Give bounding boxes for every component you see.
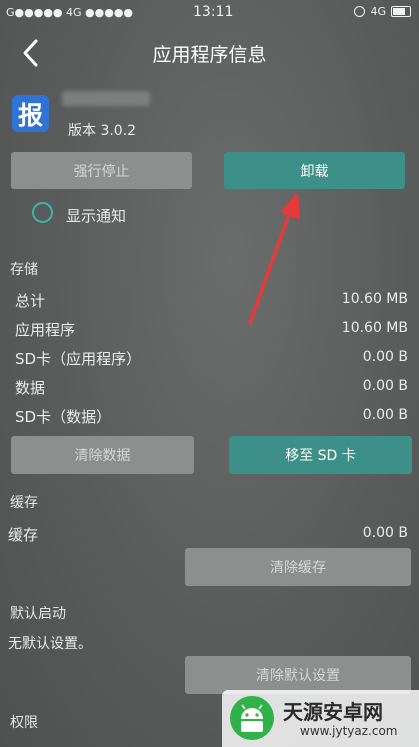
watermark-title: 天源安卓网 — [283, 700, 383, 724]
no-defaults-text: 无默认设置。 — [8, 636, 92, 652]
battery-icon — [391, 6, 411, 17]
clear-cache-button[interactable]: 清除缓存 — [185, 548, 411, 586]
status-bar: G●●●●● 4G ●●●●● 13:11 4G — [0, 0, 419, 26]
clear-defaults-button[interactable]: 清除默认设置 — [185, 656, 411, 694]
android-logo-icon — [230, 696, 274, 740]
alarm-icon — [354, 6, 366, 17]
clock: 13:11 — [193, 4, 234, 20]
show-notification-label: 显示通知 — [66, 207, 127, 225]
storage-row-value: 0.00 B — [362, 407, 408, 423]
storage-row-label: SD卡（应用程序） — [15, 350, 142, 368]
cache-label: 缓存 — [8, 526, 39, 544]
default-launch-heading: 默认启动 — [10, 606, 66, 622]
storage-row-label: 总计 — [15, 292, 46, 310]
status-right: 4G — [354, 5, 411, 18]
permissions-heading: 权限 — [10, 715, 38, 731]
storage-row-label: 应用程序 — [15, 321, 76, 339]
storage-row-value: 0.00 B — [362, 378, 408, 394]
title-bar: 应用程序信息 — [0, 26, 419, 82]
storage-row-label: 数据 — [15, 379, 46, 397]
cache-value: 0.00 B — [362, 525, 408, 541]
network-label: 4G — [370, 5, 386, 18]
cache-heading: 缓存 — [10, 495, 38, 511]
storage-heading: 存储 — [10, 262, 38, 278]
clear-data-button[interactable]: 清除数据 — [11, 436, 194, 474]
show-notification-radio[interactable] — [32, 202, 53, 223]
page-title: 应用程序信息 — [152, 44, 267, 66]
annotation-arrow-icon — [248, 192, 300, 325]
move-to-sd-button[interactable]: 移至 SD 卡 — [229, 436, 412, 474]
storage-row-label: SD卡（数据） — [15, 408, 112, 426]
storage-row-value: 10.60 MB — [341, 320, 408, 336]
app-icon: 报 — [12, 95, 49, 132]
app-version: 版本 3.0.2 — [68, 123, 137, 139]
storage-row-value: 10.60 MB — [341, 291, 408, 307]
carrier-signal: G●●●●● 4G ●●●●● — [6, 6, 134, 19]
watermark-url: www.jytyaz.com — [300, 724, 398, 738]
uninstall-button[interactable]: 卸载 — [224, 152, 405, 189]
app-name-blurred — [62, 91, 150, 106]
force-stop-button[interactable]: 强行停止 — [11, 152, 192, 189]
storage-row-value: 0.00 B — [362, 349, 408, 365]
